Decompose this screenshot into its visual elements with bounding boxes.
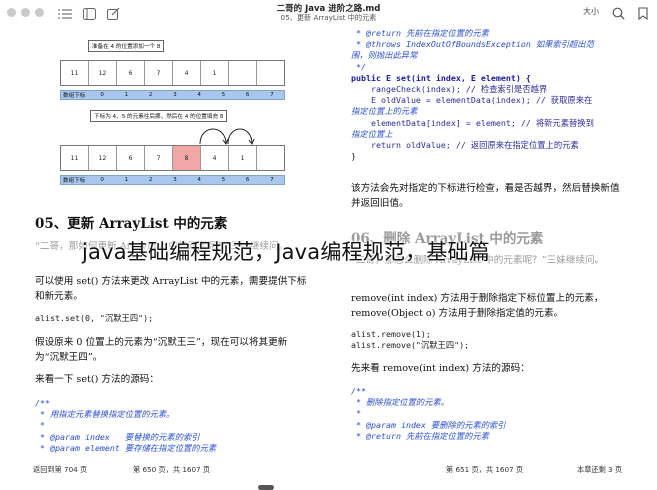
figure1-index-row: 数组下标 0 1 2 3 4 5 6 7 xyxy=(60,90,285,100)
array-cell: 6 xyxy=(117,146,145,170)
chapter-remaining: 本章还剩 3 页 xyxy=(577,465,623,474)
code-line: /** xyxy=(35,398,50,408)
code-line: E oldValue = elementData(index); // 获取原来… xyxy=(351,95,593,106)
right-para-remove: remove(int index) 方法用于删除指定下标位置上的元素，remov… xyxy=(351,293,604,319)
code-line: * @return 先前在指定位置的元素 xyxy=(351,28,489,38)
array-cell: 4 xyxy=(173,61,201,85)
code-line: */ xyxy=(351,61,366,72)
code-line: public E set(int index, E element) { xyxy=(351,72,531,83)
page-scroll-indicator[interactable] xyxy=(258,485,274,490)
array-cell: 7 xyxy=(145,146,173,170)
code-line: 指定位置上的元素 xyxy=(351,106,418,117)
chapter-subtitle: 05、更新 ArrayList 中的元素 xyxy=(280,13,377,22)
section-heading-05: 05、更新 ArrayList 中的元素 xyxy=(35,216,228,232)
right-para-source: 先来看 remove(int index) 方法的源码： xyxy=(351,363,530,374)
code-line: elementData[index] = element; // 将新元素替换到 xyxy=(351,117,594,128)
code-line: * @return 先前在指定位置的元素 xyxy=(351,430,489,441)
array-cell: 1 xyxy=(201,61,229,85)
index-label: 数组下标 xyxy=(63,93,86,99)
figure2-index-row: 数组下标 0 1 2 3 4 5 6 7 xyxy=(60,175,285,185)
figure1-caption: 准备在 4 的位置添加一个 8 xyxy=(88,40,165,52)
array-cell xyxy=(229,61,257,85)
index-number: 5 xyxy=(221,177,226,183)
code-set-call: alist.set(0, "沉默王四"); xyxy=(35,313,154,323)
left-page-number: 第 650 页，共 1607 页 xyxy=(133,465,211,474)
code-line: 围，则抛出此异常 xyxy=(351,50,418,61)
index-number: 1 xyxy=(124,92,129,98)
index-number: 0 xyxy=(100,92,104,98)
code-line: * xyxy=(351,408,361,419)
overlay-title: java基础编程规范，Java编程规范，基础篇 xyxy=(82,240,490,264)
back-to-page-link[interactable]: 返回到第 704 页 xyxy=(33,465,87,475)
right-para-check: 该方法会先对指定的下标进行检查，看是否越界，然后替换新值并返回旧值。 xyxy=(351,183,620,209)
code-line: alist.remove("沉默王四"); xyxy=(351,340,470,351)
code-line: } xyxy=(351,151,356,162)
array-cell: 11 xyxy=(61,61,89,85)
index-number: 1 xyxy=(124,177,129,183)
code-line: * xyxy=(35,420,45,431)
code-line: /** xyxy=(351,386,366,396)
index-number: 3 xyxy=(173,177,177,183)
index-label: 数组下标 xyxy=(63,178,86,184)
index-number: 7 xyxy=(270,92,274,98)
figure2-cells: 11 12 6 7 8 4 1 xyxy=(60,145,285,171)
code-remove-doc: /** * 删除指定位置的元素。 * * @param index 要删除的元素… xyxy=(351,386,506,442)
code-set-doc: /** * 用指定元素替换指定位置的元素。 * * @param index 要… xyxy=(35,398,216,454)
font-size-button[interactable]: 大小 xyxy=(583,6,599,17)
array-cell: 1 xyxy=(229,146,257,170)
left-para-explain: 假设原来 0 位置上的元素为“沉默王三”，现在可以将其更新为“沉默王四”。 xyxy=(35,337,288,363)
array-cell-highlighted: 8 xyxy=(173,146,201,170)
figure1-array: 11 12 6 7 4 1 xyxy=(60,60,285,86)
code-line: * @param index 要替换的元素的索引 xyxy=(35,431,200,442)
array-cell: 4 xyxy=(201,146,229,170)
left-para-source: 来看一下 set() 方法的源码： xyxy=(35,374,159,385)
toolbar: 二哥的 Java 进阶之路.md 05、更新 ArrayList 中的元素 大小 xyxy=(0,0,657,26)
index-number: 6 xyxy=(245,177,250,183)
code-line: return oldValue; // 返回原来在指定位置上的元素 xyxy=(351,140,579,151)
array-cell: 11 xyxy=(61,146,89,170)
array-cell xyxy=(257,61,284,85)
shift-arrows-icon xyxy=(199,128,255,146)
index-number: 2 xyxy=(148,177,153,183)
index-number: 5 xyxy=(221,92,226,98)
figure1-cells: 11 12 6 7 4 1 xyxy=(60,60,285,86)
code-set-source: * @return 先前在指定位置的元素 * @throws IndexOutO… xyxy=(351,28,594,162)
index-number: 0 xyxy=(100,177,104,183)
code-line: * 用指定元素替换指定位置的元素。 xyxy=(35,409,175,420)
array-cell: 12 xyxy=(89,61,117,85)
code-line: alist.remove(1); xyxy=(351,329,431,339)
index-number: 4 xyxy=(197,177,201,183)
code-line: * @throws IndexOutOfBoundsException 如果索引… xyxy=(351,39,594,50)
figure2-array: 11 12 6 7 8 4 1 xyxy=(60,145,285,171)
index-number: 4 xyxy=(197,92,201,98)
code-line: * @param element 要存储在指定位置的元素 xyxy=(35,442,217,453)
code-remove-calls: alist.remove(1); alist.remove("沉默王四"); xyxy=(351,329,469,351)
array-cell: 7 xyxy=(145,61,173,85)
index-number: 7 xyxy=(270,177,274,183)
array-cell: 12 xyxy=(89,146,117,170)
figure2-caption: 下标为 4、5 的元素往后挪，然后在 4 的位置填充 8 xyxy=(90,110,228,122)
code-line: rangeCheck(index); // 检查索引是否越界 xyxy=(351,84,548,95)
search-icon[interactable] xyxy=(612,5,628,20)
index-number: 6 xyxy=(245,92,250,98)
left-para-set: 可以使用 set() 方法来更改 ArrayList 中的元素，需要提供下标和新… xyxy=(35,276,307,302)
right-page-number: 第 651 页，共 1607 页 xyxy=(446,465,524,474)
array-cell: 6 xyxy=(117,61,145,85)
code-line: * @param index 要删除的元素的索引 xyxy=(351,419,506,430)
index-number: 2 xyxy=(148,92,153,98)
code-line: 指定位置上 xyxy=(351,128,393,139)
array-cell xyxy=(257,146,284,170)
code-line: * 删除指定位置的元素。 xyxy=(351,397,449,408)
bookmark-icon[interactable] xyxy=(638,5,654,21)
index-number: 3 xyxy=(173,92,177,98)
